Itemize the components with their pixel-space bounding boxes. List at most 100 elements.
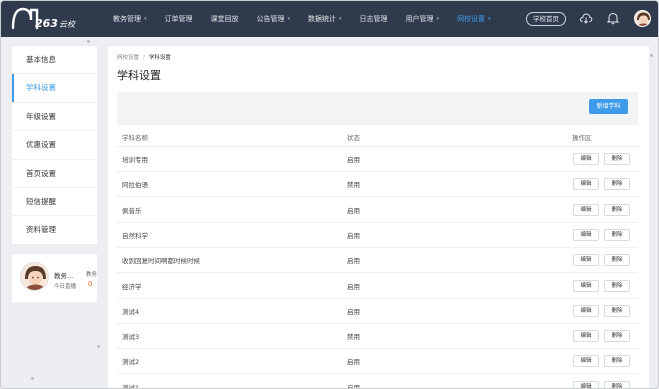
nav-item-label: 课堂回放 bbox=[210, 15, 239, 23]
sidebar-item[interactable]: 短信提醒 bbox=[12, 188, 97, 217]
column-header-status: 状态 bbox=[347, 134, 360, 142]
edit-button[interactable]: 编辑 bbox=[573, 228, 599, 241]
school-home-button[interactable]: 学校首页 bbox=[526, 12, 566, 26]
subject-name: 测试2 bbox=[122, 358, 140, 367]
subject-name: 测试3 bbox=[122, 333, 140, 342]
delete-button[interactable]: 删除 bbox=[604, 279, 630, 292]
edit-button[interactable]: 编辑 bbox=[573, 254, 599, 267]
sidebar-item[interactable]: 资料管理 bbox=[12, 216, 97, 245]
subject-status: 启用 bbox=[347, 282, 360, 291]
table-row: 测试4 启用 编辑 删除 bbox=[117, 299, 638, 324]
add-subject-button[interactable]: 新增学科 bbox=[589, 99, 628, 114]
user-avatar[interactable] bbox=[20, 262, 49, 291]
background-dot bbox=[31, 377, 34, 380]
user-card: 教务... 教务 今日直播 0 bbox=[12, 254, 97, 302]
subject-status: 启用 bbox=[347, 307, 360, 316]
subject-name: 经济学 bbox=[122, 282, 142, 291]
subject-name: 测试4 bbox=[122, 307, 140, 316]
nav-item[interactable]: 用户管理 ▾ bbox=[397, 1, 449, 37]
top-navbar: 263 云校 教务管理 ▾ 订单管理 课堂回放 公告管理 ▾ 数据统计 ▾ 日志管理 用户管理 ▾ 网… bbox=[1, 1, 658, 37]
background-dot bbox=[87, 40, 90, 43]
subject-status: 启用 bbox=[347, 231, 360, 240]
delete-button[interactable]: 删除 bbox=[604, 228, 630, 241]
sidebar-item[interactable]: 学科设置 bbox=[12, 74, 97, 103]
breadcrumb-parent[interactable]: 网校设置 bbox=[117, 55, 139, 61]
chevron-down-icon: ▾ bbox=[144, 16, 147, 22]
sidebar-item[interactable]: 基本信息 bbox=[12, 46, 97, 75]
nav-item-label: 网校设置 bbox=[457, 15, 486, 23]
column-header-actions: 操作区 bbox=[572, 134, 592, 142]
live-today-count: 0 bbox=[88, 280, 93, 288]
edit-button[interactable]: 编辑 bbox=[573, 330, 599, 343]
page-title: 学科设置 bbox=[117, 69, 161, 82]
edit-button[interactable]: 编辑 bbox=[573, 153, 599, 165]
edit-button[interactable]: 编辑 bbox=[573, 203, 599, 216]
edit-button[interactable]: 编辑 bbox=[573, 279, 599, 292]
svg-text:263: 263 bbox=[35, 17, 58, 30]
user-name: 教务... bbox=[54, 272, 74, 280]
background-dot bbox=[650, 54, 653, 57]
edit-button[interactable]: 编辑 bbox=[573, 355, 599, 368]
svg-text:云校: 云校 bbox=[59, 20, 76, 29]
delete-button[interactable]: 删除 bbox=[604, 380, 630, 388]
delete-button[interactable]: 删除 bbox=[604, 178, 630, 191]
subject-status: 启用 bbox=[347, 206, 360, 215]
delete-button[interactable]: 删除 bbox=[604, 330, 630, 343]
delete-button[interactable]: 删除 bbox=[604, 355, 630, 368]
subject-name: 收到回复时间啊都时候时候 bbox=[122, 257, 200, 266]
app-window: 263 云校 教务管理 ▾ 订单管理 课堂回放 公告管理 ▾ 数据统计 ▾ 日志管理 用户管理 ▾ 网… bbox=[0, 0, 659, 389]
live-today-label: 今日直播 bbox=[54, 284, 77, 290]
table-row: 测试1 启用 编辑 删除 bbox=[117, 375, 638, 389]
edit-button[interactable]: 编辑 bbox=[573, 380, 599, 388]
column-header-name: 学科名称 bbox=[122, 134, 148, 142]
sidebar-item[interactable]: 年级设置 bbox=[12, 103, 97, 132]
chevron-down-icon: ▾ bbox=[287, 16, 291, 22]
subject-status: 禁用 bbox=[347, 181, 360, 190]
sidebar-item[interactable]: 首页设置 bbox=[12, 160, 97, 188]
edit-button[interactable]: 编辑 bbox=[573, 304, 599, 317]
subject-name: 自然科学 bbox=[122, 231, 148, 240]
subject-name: 测试1 bbox=[122, 383, 140, 389]
nav-item[interactable]: 公告管理 ▾ bbox=[248, 1, 300, 37]
nav-item[interactable]: 订单管理 bbox=[156, 1, 202, 37]
chevron-down-icon: ▾ bbox=[339, 16, 342, 22]
table-row: 阿拉伯语 禁用 编辑 删除 bbox=[117, 172, 638, 198]
main-nav: 教务管理 ▾ 订单管理 课堂回放 公告管理 ▾ 数据统计 ▾ 日志管理 用户管理 ▾ 网校设置 ▾ bbox=[104, 1, 500, 37]
nav-item-label: 数据统计 bbox=[308, 15, 337, 23]
nav-item-label: 订单管理 bbox=[164, 15, 193, 23]
table-row: 测试2 启用 编辑 删除 bbox=[117, 349, 638, 375]
subject-status: 启用 bbox=[347, 358, 360, 367]
cloud-download-icon[interactable] bbox=[579, 11, 593, 25]
user-role: 教务 bbox=[86, 272, 98, 278]
table-row: 收到回复时间啊都时候时候 启用 编辑 删除 bbox=[117, 248, 638, 274]
avatar[interactable] bbox=[634, 10, 651, 27]
delete-button[interactable]: 删除 bbox=[604, 254, 630, 267]
delete-button[interactable]: 删除 bbox=[604, 203, 630, 216]
table-row: 培训专用 启用 编辑 删除 bbox=[117, 147, 638, 172]
subject-status: 启用 bbox=[347, 257, 360, 266]
subject-name: 佩音乐 bbox=[122, 206, 142, 215]
delete-button[interactable]: 删除 bbox=[604, 153, 630, 165]
edit-button[interactable]: 编辑 bbox=[573, 178, 599, 191]
sidebar: 基本信息 学科设置 年级设置 优惠设置 首页设置 短信提醒 资料管理 bbox=[12, 46, 97, 245]
nav-item-label: 用户管理 bbox=[405, 15, 434, 23]
bell-icon[interactable] bbox=[606, 11, 620, 25]
chevron-down-icon: ▾ bbox=[436, 16, 440, 22]
chevron-down-icon: ▾ bbox=[488, 16, 491, 22]
toolbar bbox=[117, 92, 638, 125]
breadcrumb-current: 学科设置 bbox=[148, 55, 171, 61]
subject-status: 禁用 bbox=[347, 333, 360, 342]
nav-item-label: 日志管理 bbox=[359, 15, 388, 23]
delete-button[interactable]: 删除 bbox=[604, 304, 630, 317]
nav-item[interactable]: 教务管理 ▾ bbox=[104, 1, 156, 37]
nav-item[interactable]: 网校设置 ▾ bbox=[448, 1, 500, 37]
table-row: 测试3 禁用 编辑 删除 bbox=[117, 324, 638, 350]
main-panel: 网校设置 / 学科设置 学科设置 新增学科 学科名称 状态 操作区 培训专用 启用 编辑… bbox=[108, 46, 649, 389]
background-dot bbox=[97, 345, 100, 348]
nav-item[interactable]: 数据统计 ▾ bbox=[299, 1, 351, 37]
nav-item[interactable]: 日志管理 bbox=[351, 1, 397, 37]
sidebar-item[interactable]: 优惠设置 bbox=[12, 131, 97, 160]
nav-item[interactable]: 课堂回放 bbox=[202, 1, 248, 37]
logo[interactable]: 263 云校 bbox=[9, 6, 81, 32]
nav-item-label: 教务管理 bbox=[113, 15, 141, 23]
